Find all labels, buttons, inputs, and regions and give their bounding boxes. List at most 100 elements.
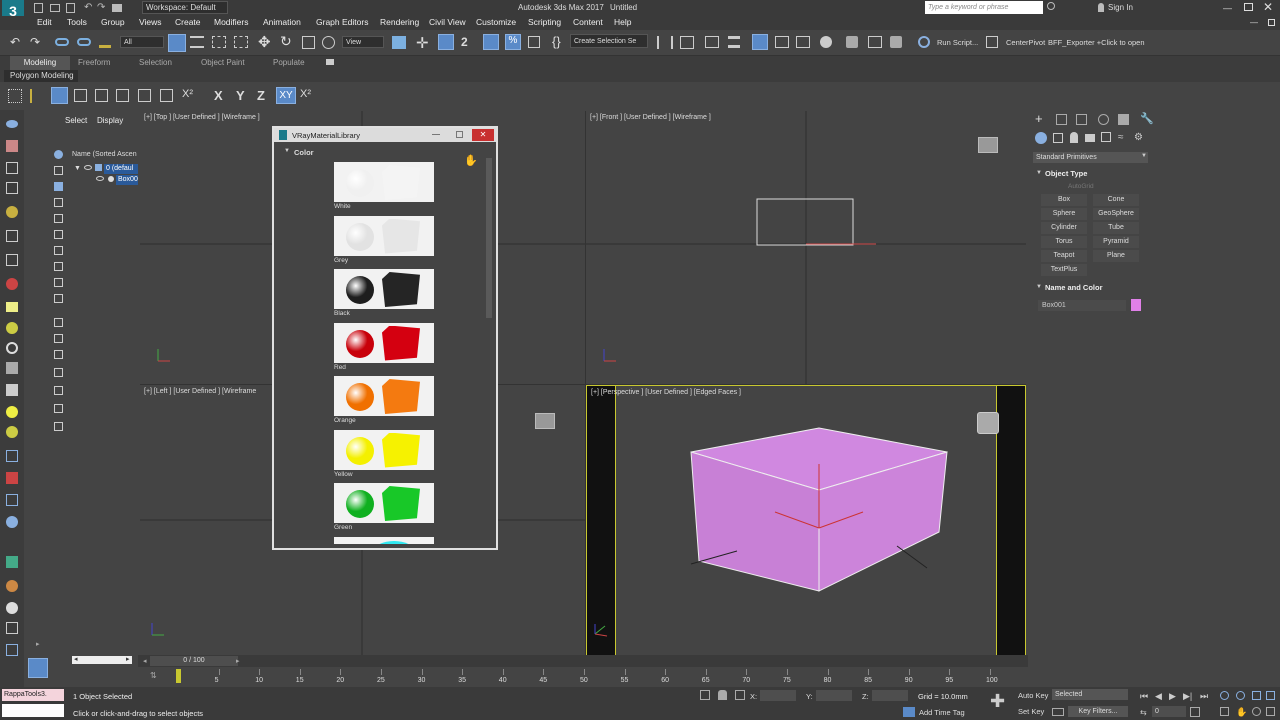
helpers-category-icon[interactable] <box>1101 132 1111 142</box>
material-item-yellow[interactable]: Yellow <box>334 429 436 482</box>
key-mode-toggle-icon[interactable]: ⇆ <box>1140 708 1147 717</box>
material-thumbnail[interactable] <box>334 483 434 523</box>
explorer-scroll-right-icon[interactable]: ▸ <box>126 655 130 663</box>
center-pivot-button[interactable]: CenterPivot <box>1006 38 1045 47</box>
viewport-left-label[interactable]: [+] [Left ] [User Defined ] [Wireframe <box>144 388 256 395</box>
name-color-toggle-icon[interactable]: ▼ <box>1036 284 1042 290</box>
selection-filter-dropdown[interactable]: All <box>120 36 164 48</box>
current-frame-field[interactable]: 0 <box>1152 706 1186 717</box>
strip-tool-icon-11[interactable] <box>6 342 18 354</box>
visibility-eye-icon[interactable] <box>84 165 92 170</box>
add-time-tag-icon[interactable] <box>903 707 915 717</box>
pyramid-button[interactable]: Pyramid <box>1093 236 1139 248</box>
unlink-icon[interactable] <box>77 38 91 46</box>
key-mode-icon[interactable] <box>1052 708 1064 716</box>
explorer-tab-select[interactable]: Select <box>65 116 87 125</box>
time-slider-next-icon[interactable]: ▸ <box>236 657 240 665</box>
percent-snap-icon[interactable]: % <box>505 34 521 50</box>
reference-coordinate-dropdown[interactable]: View <box>342 36 384 48</box>
strip-tool-icon-18[interactable] <box>6 494 18 506</box>
create-tab-icon[interactable]: + <box>1035 111 1043 126</box>
object-icon[interactable] <box>108 176 114 182</box>
pan-view-icon[interactable]: ✋ <box>1236 707 1247 718</box>
menu-views[interactable]: Views <box>139 17 162 27</box>
window-minimize-icon[interactable]: — <box>1250 18 1258 27</box>
material-item-white[interactable]: White <box>334 162 436 214</box>
strip-tool-icon-15[interactable] <box>6 426 18 438</box>
material-thumbnail[interactable] <box>334 162 434 202</box>
place-icon[interactable] <box>322 36 335 49</box>
set-key-big-icon[interactable]: ✚ <box>990 691 1005 712</box>
redo-icon[interactable]: ↷ <box>97 2 105 13</box>
ribbon-tab-freeform[interactable]: Freeform <box>78 58 110 67</box>
go-to-end-icon[interactable]: ⏭ <box>1200 691 1208 702</box>
cone-button[interactable]: Cone <box>1093 194 1139 206</box>
rectangular-selection-icon[interactable] <box>212 36 226 48</box>
pivot-point-icon[interactable] <box>392 36 406 49</box>
strip-tool-icon-23[interactable] <box>6 622 18 634</box>
key-filters-button[interactable]: Key Filters... <box>1068 706 1128 717</box>
maximize-viewport-icon[interactable] <box>1266 707 1275 716</box>
material-thumbnail[interactable] <box>334 269 434 309</box>
lights-category-icon[interactable] <box>1070 132 1078 143</box>
render-production-icon[interactable] <box>890 36 902 48</box>
strip-tool-icon-13[interactable] <box>6 384 18 396</box>
isolate-selection-icon[interactable] <box>700 690 710 700</box>
axis-constraint-icon[interactable]: X² <box>300 88 311 100</box>
toggle-ribbon-icon[interactable] <box>752 34 768 50</box>
set-key-button[interactable]: Set Key <box>1018 707 1044 716</box>
tree-expand-icon[interactable]: ▼ <box>74 165 81 172</box>
selection-lock-icon[interactable] <box>718 690 727 700</box>
hierarchy-tab-icon[interactable] <box>1076 114 1087 125</box>
viewport-perspective[interactable]: [+] [Perspective ] [User Defined ] [Edge… <box>586 385 1026 656</box>
systems-category-icon[interactable]: ⚙ <box>1134 132 1143 143</box>
explorer-filter-icon-4[interactable] <box>54 198 63 207</box>
geometry-category-icon[interactable] <box>1035 132 1047 144</box>
keyboard-shortcut-override-icon[interactable] <box>438 34 454 50</box>
material-thumbnail[interactable] <box>334 215 434 256</box>
explorer-filter-icon-11[interactable] <box>54 318 63 327</box>
geosphere-button[interactable]: GeoSphere <box>1093 208 1139 220</box>
mirror-icon[interactable] <box>657 36 673 49</box>
strip-tool-icon-24[interactable] <box>6 644 18 656</box>
tree-item-box[interactable]: Box00 <box>116 175 138 185</box>
material-item-black[interactable]: Black <box>334 269 436 321</box>
strip-tool-icon-5[interactable] <box>6 206 18 218</box>
workspace-dropdown[interactable]: Workspace: Default <box>142 1 228 14</box>
explorer-filter-icon-1[interactable] <box>54 150 63 159</box>
rotate-icon[interactable]: ↻ <box>280 33 292 50</box>
vray-material-library-window[interactable]: VRayMaterialLibrary ✕ ▼ Color ✋ White Gre… <box>272 126 498 550</box>
explorer-filter-icon-9[interactable] <box>54 278 63 287</box>
x-coordinate-field[interactable] <box>760 690 796 701</box>
strip-tool-icon-21[interactable] <box>6 580 18 592</box>
center-pivot-icon[interactable] <box>986 36 998 48</box>
schematic-view-icon[interactable] <box>796 36 810 48</box>
viewcube-perspective-icon[interactable] <box>977 412 999 434</box>
undo-icon[interactable]: ↶ <box>84 2 92 13</box>
tree-item-layer[interactable]: 0 (defaul <box>104 164 138 174</box>
menu-create[interactable]: Create <box>175 17 201 27</box>
box-button[interactable]: Box <box>1041 194 1087 206</box>
snap-endpoint-icon[interactable] <box>160 89 173 102</box>
maxscript-listener-field[interactable]: RappaTools3. <box>2 689 64 701</box>
material-library-maximize-icon[interactable] <box>456 131 463 138</box>
viewport-top-label[interactable]: [+] [Top ] [User Defined ] [Wireframe ] <box>144 114 260 121</box>
layer-icon[interactable] <box>95 164 102 171</box>
autogrid-checkbox[interactable]: AutoGrid <box>1068 183 1094 190</box>
dropdown-arrow-icon[interactable]: ▼ <box>1141 153 1147 159</box>
orbit-icon[interactable] <box>1252 707 1261 716</box>
search-input[interactable]: Type a keyword or phrase <box>925 1 1043 14</box>
z-coordinate-field[interactable] <box>872 690 908 701</box>
redo-button-icon[interactable]: ↷ <box>30 35 40 49</box>
explorer-filter-icon-13[interactable] <box>54 350 63 359</box>
spacewarps-category-icon[interactable]: ≈ <box>1118 132 1124 143</box>
explorer-filter-icon-5[interactable] <box>54 214 63 223</box>
strip-tool-icon-22[interactable] <box>6 602 18 614</box>
material-thumbnail[interactable] <box>334 429 434 470</box>
select-by-name-icon[interactable] <box>190 36 204 48</box>
explorer-toggle-icon[interactable]: ▸ <box>36 640 40 648</box>
ribbon-tab-object-paint[interactable]: Object Paint <box>201 58 245 67</box>
explorer-filter-icon-3[interactable] <box>54 182 63 191</box>
visibility-eye-icon-2[interactable] <box>96 176 104 181</box>
name-color-label[interactable]: Name and Color <box>1045 283 1103 292</box>
